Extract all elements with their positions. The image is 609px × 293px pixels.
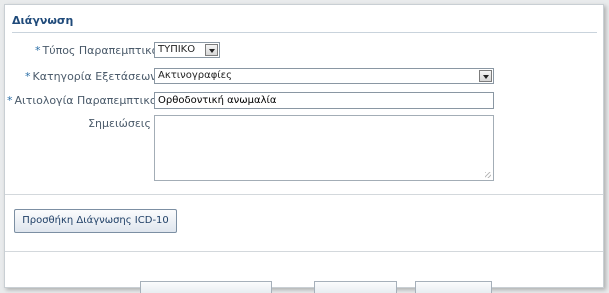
chevron-down-icon[interactable] bbox=[205, 44, 218, 56]
chevron-down-icon[interactable] bbox=[479, 70, 492, 82]
divider bbox=[5, 194, 603, 195]
required-indicator: * bbox=[7, 94, 13, 107]
bottom-button-partial[interactable] bbox=[314, 281, 397, 293]
referral-type-label: * Τύπος Παραπεμπτικού bbox=[35, 44, 165, 57]
add-icd10-diagnosis-button[interactable]: Προσθήκη Διάγνωσης ICD-10 bbox=[14, 209, 177, 233]
required-indicator: * bbox=[35, 44, 41, 57]
diagnosis-panel: Διάγνωση * Τύπος Παραπεμπτικού ΤΥΠΙΚΟ * Κα… bbox=[4, 4, 604, 293]
exam-category-label: * Κατηγορία Εξετάσεων bbox=[25, 70, 157, 83]
section-divider bbox=[12, 32, 597, 33]
referral-type-value: ΤΥΠΙΚΟ bbox=[158, 44, 196, 55]
resize-grip-icon[interactable] bbox=[485, 172, 491, 178]
bottom-button-partial[interactable] bbox=[140, 281, 272, 293]
exam-category-select[interactable]: Ακτινογραφίες bbox=[154, 68, 494, 84]
section-title: Διάγνωση bbox=[12, 14, 74, 27]
required-indicator: * bbox=[25, 70, 31, 83]
bottom-button-partial[interactable] bbox=[415, 281, 492, 293]
notes-label: Σημειώσεις bbox=[88, 117, 151, 130]
referral-type-select[interactable]: ΤΥΠΙΚΟ bbox=[154, 42, 220, 58]
referral-reason-input[interactable] bbox=[154, 92, 494, 109]
notes-textarea[interactable] bbox=[154, 115, 494, 181]
divider bbox=[5, 251, 603, 252]
referral-reason-label: * Αιτιολογία Παραπεμπτικού bbox=[7, 94, 163, 107]
exam-category-value: Ακτινογραφίες bbox=[158, 70, 232, 81]
